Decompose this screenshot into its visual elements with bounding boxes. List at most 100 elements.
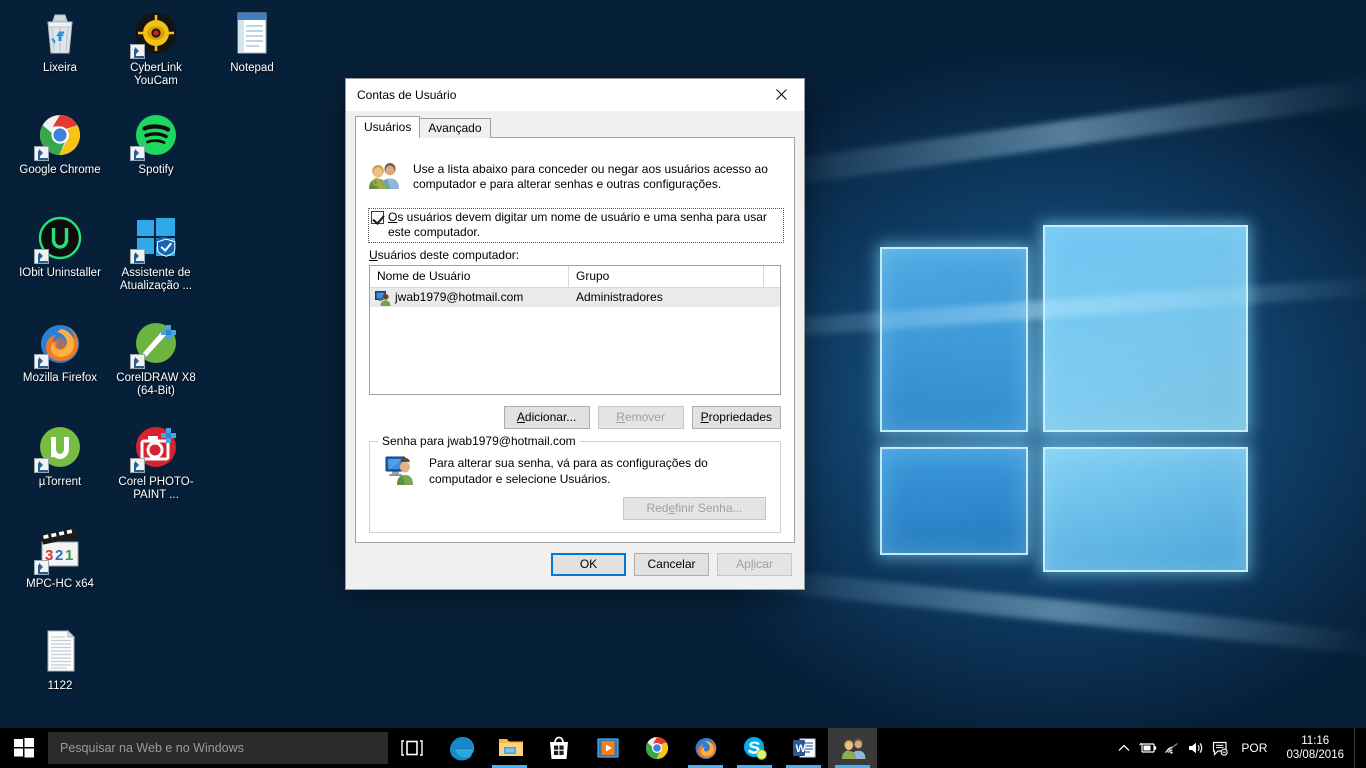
spotify-icon (130, 112, 180, 161)
tab-page-usuarios: Use a lista abaixo para conceder ou nega… (355, 137, 795, 543)
volume-glyph (1189, 742, 1203, 754)
clock-time: 11:16 (1301, 735, 1330, 747)
add-button[interactable]: Adicionar... (503, 406, 590, 429)
users-listview[interactable]: Nome de Usuário Grupo jwab1979@hotmail.c… (369, 265, 781, 395)
shortcut-arrow-icon (130, 44, 145, 59)
taskbar-edge-icon (449, 736, 474, 761)
taskbar-user-accounts-icon (841, 736, 865, 760)
desktop-icon-label: Notepad (230, 62, 274, 74)
logo-pane-1 (880, 247, 1028, 432)
remove-button[interactable]: Remover (597, 406, 684, 429)
shortcut-arrow-icon (34, 458, 49, 473)
svg-text:1: 1 (65, 547, 73, 564)
desktop-icon-notepad[interactable]: Notepad (204, 10, 300, 75)
taskbar-firefox[interactable] (681, 728, 730, 768)
desktop-icon-utorrent[interactable]: µTorrent (12, 424, 108, 489)
desktop-icon-recycle-bin[interactable]: Lixeira (12, 10, 108, 75)
cyberlink-youcam-icon (130, 10, 180, 59)
search-input[interactable]: Pesquisar na Web e no Windows (48, 732, 388, 764)
users-group-icon (368, 160, 401, 190)
password-info-row: Para alterar sua senha, vá para as confi… (385, 455, 766, 487)
dialog-title: Contas de Usuário (357, 87, 457, 102)
password-groupbox: Senha para jwab1979@hotmail.com Para alt… (369, 434, 781, 533)
taskbar-edge[interactable] (436, 728, 485, 768)
language-indicator[interactable]: POR (1232, 728, 1276, 768)
user-computer-glyph (385, 456, 413, 485)
shortcut-arrow-icon (34, 354, 49, 369)
desktop-icon-iobit-uninstaller[interactable]: IObit Uninstaller (12, 215, 108, 280)
desktop-icon-label: µTorrent (38, 476, 82, 488)
user-account-glyph (375, 290, 391, 306)
file-1122-icon (36, 628, 84, 676)
taskbar-movies-tv[interactable] (583, 728, 632, 768)
list-caption: Usuários deste computador: (369, 248, 519, 262)
taskbar-word[interactable]: W (779, 728, 828, 768)
coreldraw-x8-icon (130, 320, 180, 369)
dialog-titlebar[interactable]: Contas de Usuário (346, 79, 804, 111)
password-info-text: Para alterar sua senha, vá para as confi… (429, 456, 708, 486)
task-view-icon[interactable] (388, 728, 436, 768)
shortcut-arrow-icon (130, 458, 145, 473)
taskbar-store[interactable] (534, 728, 583, 768)
corel-photo-paint-icon (130, 424, 180, 473)
desktop-icon-spotify[interactable]: Spotify (108, 112, 204, 177)
desktop-icon-corel-photo-paint[interactable]: Corel PHOTO-PAINT ... (108, 424, 204, 502)
start-button[interactable] (0, 728, 48, 768)
taskbar-skype[interactable] (730, 728, 779, 768)
volume-icon[interactable] (1184, 728, 1208, 768)
desktop-icon-coreldraw-x8[interactable]: CorelDRAW X8 (64-Bit) (108, 320, 204, 398)
taskbar-store-icon (547, 736, 571, 760)
utorrent-icon (34, 424, 84, 473)
mozilla-firefox-icon (34, 320, 84, 369)
taskbar-user-accounts[interactable] (828, 728, 877, 768)
desktop-icon-google-chrome[interactable]: Google Chrome (12, 112, 108, 177)
show-hidden-icons-icon[interactable] (1112, 728, 1136, 768)
info-row: Use a lista abaixo para conceder ou nega… (368, 160, 776, 192)
desktop-icon-label: Spotify (138, 164, 174, 176)
user-account-icon (375, 290, 391, 306)
require-login-checkbox-row[interactable]: Os usuários devem digitar um nome de usu… (368, 208, 784, 243)
add-button-label: dicionar... (524, 410, 577, 424)
properties-button-accel: P (700, 410, 709, 424)
column-header-group[interactable]: Grupo (569, 266, 764, 287)
tab-usuarios[interactable]: Usuários (355, 116, 421, 138)
clock[interactable]: 11:16 03/08/2016 (1276, 728, 1354, 768)
cancel-button[interactable]: Cancelar (634, 553, 709, 576)
ok-button[interactable]: OK (551, 553, 626, 576)
desktop-icon-mozilla-firefox[interactable]: Mozilla Firefox (12, 320, 108, 385)
desktop-icon-cyberlink-youcam[interactable]: CyberLink YouCam (108, 10, 204, 88)
battery-icon[interactable] (1136, 728, 1160, 768)
reset-password-button[interactable]: Redefinir Senha... (623, 497, 766, 520)
desktop-icon-file-1122[interactable]: 1122 (12, 628, 108, 693)
action-center-icon[interactable] (1208, 728, 1232, 768)
desktop-icon-assistente-atualizacao[interactable]: Assistente de Atualização ... (108, 215, 204, 293)
taskbar-chrome[interactable] (632, 728, 681, 768)
remove-button-accel: R (616, 410, 625, 424)
column-header-spacer[interactable] (764, 266, 780, 287)
shortcut-arrow-icon (130, 354, 145, 369)
tab-avancado[interactable]: Avançado (419, 118, 491, 138)
desktop-icon-label: CyberLink YouCam (130, 62, 182, 87)
row-username-cell: jwab1979@hotmail.com (370, 288, 569, 307)
desktop-icon-mpc-hc-x64[interactable]: 3 2 1 MPC-HC x64 (12, 526, 108, 591)
close-icon[interactable] (759, 79, 804, 110)
action-center-glyph (1213, 741, 1229, 756)
show-desktop-button[interactable] (1354, 728, 1362, 768)
list-caption-text: suários deste computador: (377, 248, 520, 262)
column-header-username[interactable]: Nome de Usuário (370, 266, 569, 287)
properties-button-label: ropriedades (708, 410, 772, 424)
require-login-checkbox[interactable] (371, 211, 384, 224)
apply-button[interactable]: Aplicar (717, 553, 792, 576)
apply-button-post: icar (753, 557, 773, 571)
properties-button[interactable]: Propriedades (691, 406, 781, 429)
wifi-icon[interactable] (1160, 728, 1184, 768)
table-row[interactable]: jwab1979@hotmail.com Administradores (370, 288, 780, 307)
user-computer-icon (385, 455, 417, 485)
taskbar-file-explorer[interactable] (485, 728, 534, 768)
notepad-icon (228, 10, 276, 58)
iobit-uninstaller-icon (34, 215, 84, 264)
search-placeholder: Pesquisar na Web e no Windows (60, 741, 244, 755)
password-group-legend: Senha para jwab1979@hotmail.com (378, 434, 580, 448)
chevron-up-glyph (1118, 744, 1130, 751)
info-text: Use a lista abaixo para conceder ou nega… (413, 162, 768, 191)
